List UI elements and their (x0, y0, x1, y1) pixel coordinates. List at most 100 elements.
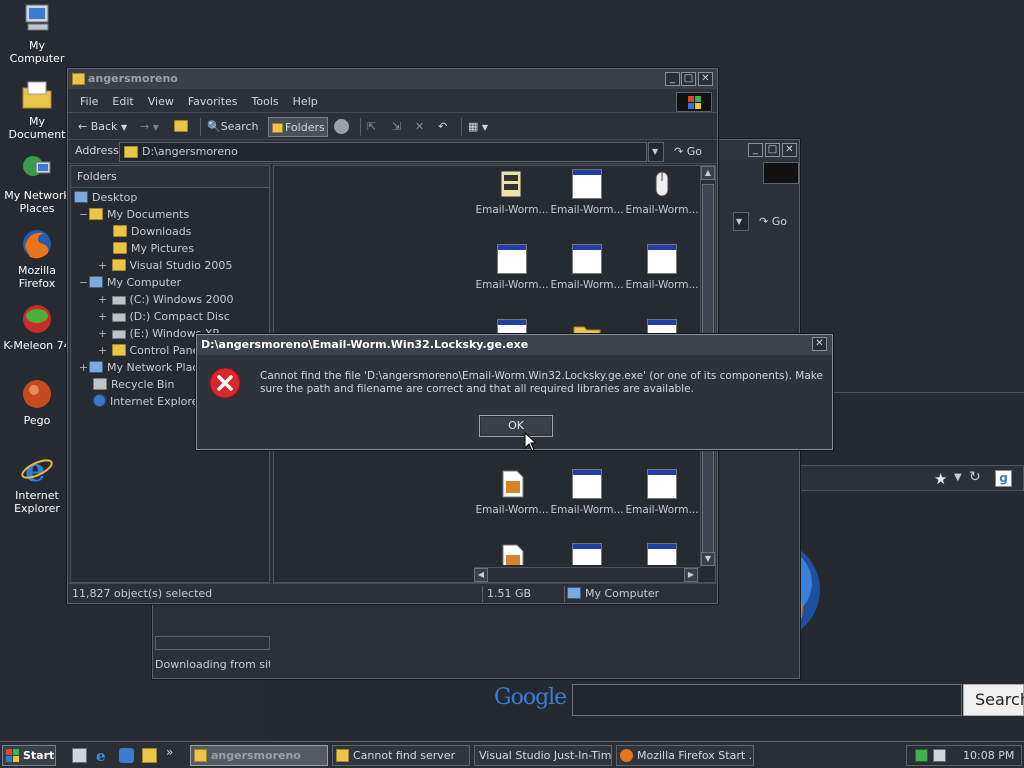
menu-file[interactable]: File (68, 91, 105, 113)
file-item[interactable] (474, 319, 550, 333)
minimize-button[interactable]: _ (748, 143, 763, 157)
dialog-title[interactable]: D:\angersmoreno\Email-Worm.Win32.Locksky… (197, 335, 832, 355)
taskbar-item-cannot-find-server[interactable]: Cannot find server (332, 745, 470, 766)
desktop-icon-k-meleon[interactable]: K-Meleon 74 (0, 302, 74, 352)
address-input[interactable]: D:\angersmoreno (119, 142, 647, 162)
taskbar-item-visual-studio-jit[interactable]: Visual Studio Just-In-Tim... (474, 745, 612, 766)
menu-tools[interactable]: Tools (245, 91, 286, 113)
collapse-icon[interactable]: − (79, 274, 89, 291)
google-search-input[interactable] (572, 684, 962, 716)
tree-item-downloads[interactable]: Downloads (113, 223, 191, 240)
tree-item-drive-c[interactable]: + (C:) Windows 2000 (98, 291, 234, 308)
google-search-engine-icon[interactable]: g (995, 470, 1012, 487)
tree-item-desktop[interactable]: Desktop (74, 189, 137, 206)
file-item[interactable]: Email-Worm... (624, 244, 700, 291)
expand-icon[interactable]: + (79, 359, 89, 376)
file-name: Email-Worm... (550, 279, 624, 291)
file-item[interactable]: Email-Worm... (474, 169, 550, 216)
explorer-icon[interactable] (142, 748, 157, 763)
tray-icon[interactable] (915, 749, 928, 762)
scroll-right-button[interactable]: ▶ (684, 568, 698, 582)
tree-item-internet-explorer[interactable]: Internet Explorer (93, 393, 203, 410)
outlook-icon[interactable] (119, 748, 134, 763)
desktop-icon-label: My Computer (9, 39, 65, 65)
maximize-button[interactable]: □ (765, 143, 780, 157)
forward-button[interactable]: → ▼ (140, 117, 164, 137)
dropdown-arrow-icon[interactable]: ▼ (954, 472, 962, 483)
go-button[interactable]: ↷ Go (759, 212, 797, 231)
chevron-right-icon[interactable]: » (166, 745, 173, 759)
desktop-icon-pego[interactable]: Pego (0, 377, 74, 427)
start-button[interactable]: Start (2, 745, 56, 766)
google-search-button[interactable]: Search (963, 684, 1024, 716)
internet-explorer-icon[interactable]: e (96, 747, 106, 765)
menu-edit[interactable]: Edit (105, 91, 140, 113)
menu-favorites[interactable]: Favorites (181, 91, 245, 113)
go-button[interactable]: ↷ Go (674, 142, 714, 162)
desktop-icon-network-places[interactable]: My Network Places (0, 152, 74, 215)
bookmark-star-icon[interactable]: ★ (934, 470, 947, 488)
folders-button[interactable]: Folders (268, 117, 328, 137)
delete-button[interactable]: ✕ (415, 117, 431, 137)
taskbar-item-firefox[interactable]: Mozilla Firefox Start ... (616, 745, 754, 766)
file-item[interactable]: Email-Worm... (549, 469, 625, 516)
scroll-down-button[interactable]: ▼ (701, 552, 715, 566)
desktop-icon-internet-explorer[interactable]: e Internet Explorer (0, 451, 74, 515)
file-item[interactable] (624, 319, 700, 333)
taskbar-item-explorer[interactable]: angersmoreno (190, 745, 328, 766)
desktop-icon-my-documents[interactable]: My Document (0, 78, 74, 141)
history-button[interactable] (334, 117, 352, 137)
explorer-titlebar[interactable]: angersmoreno (68, 69, 717, 89)
expand-icon[interactable]: + (98, 291, 108, 308)
address-dropdown[interactable]: ▼ (733, 212, 749, 231)
file-item[interactable]: Email-Worm... (474, 244, 550, 291)
collapse-icon[interactable]: − (79, 206, 89, 223)
up-folder-button[interactable] (174, 117, 192, 137)
minimize-button[interactable]: _ (665, 72, 680, 86)
tree-item-recycle-bin[interactable]: Recycle Bin (93, 376, 174, 393)
copy-to-button[interactable]: ⇲ (392, 117, 410, 137)
back-button[interactable]: ← Back ▼ (78, 117, 132, 137)
menu-help[interactable]: Help (286, 91, 325, 113)
file-item[interactable]: Email-Worm... (549, 169, 625, 216)
show-desktop-icon[interactable] (72, 748, 87, 763)
desktop-icon-my-computer[interactable]: My Computer (0, 2, 74, 65)
file-item[interactable]: Email-Worm... (474, 469, 550, 516)
scroll-up-button[interactable]: ▲ (701, 166, 715, 180)
tree-item-my-computer[interactable]: − My Computer (79, 274, 181, 291)
tree-item-my-documents[interactable]: − My Documents (79, 206, 189, 223)
menu-view[interactable]: View (141, 91, 181, 113)
ok-button[interactable]: OK (479, 415, 553, 437)
file-item[interactable]: Email-Worm... (549, 244, 625, 291)
file-item[interactable]: Email-Worm... (624, 469, 700, 516)
tree-item-my-pictures[interactable]: My Pictures (113, 240, 194, 257)
scroll-left-button[interactable]: ◀ (474, 568, 488, 582)
horizontal-scrollbar[interactable]: ◀ ▶ (474, 567, 700, 582)
address-dropdown[interactable]: ▼ (648, 142, 664, 162)
expand-icon[interactable]: + (98, 308, 108, 325)
expand-icon[interactable]: + (98, 342, 108, 359)
file-item[interactable] (474, 543, 550, 565)
close-button[interactable]: ✕ (698, 72, 713, 86)
dialog-close-button[interactable]: ✕ (812, 337, 827, 351)
reload-icon[interactable]: ↻ (969, 469, 981, 485)
tree-item-control-panel[interactable]: + Control Panel (98, 342, 202, 359)
file-item[interactable] (549, 319, 625, 333)
expand-icon[interactable]: + (98, 257, 108, 274)
views-button[interactable]: ▦ ▼ (468, 117, 494, 137)
tree-item-visual-studio-2005[interactable]: + Visual Studio 2005 (98, 257, 232, 274)
file-item[interactable] (624, 543, 700, 565)
tree-item-drive-d[interactable]: + (D:) Compact Disc (98, 308, 230, 325)
close-button[interactable]: ✕ (782, 143, 797, 157)
undo-button[interactable]: ↶ (438, 117, 454, 137)
file-item[interactable] (549, 543, 625, 565)
tray-icon[interactable] (933, 749, 946, 762)
search-button[interactable]: 🔍Search (207, 117, 263, 137)
maximize-button[interactable]: □ (681, 72, 696, 86)
expand-icon[interactable]: + (98, 325, 108, 342)
desktop-icon-label: Mozilla Firefox (18, 264, 56, 290)
move-to-button[interactable]: ⇱ (367, 117, 385, 137)
desktop-icon-firefox[interactable]: Mozilla Firefox (0, 227, 74, 290)
file-item[interactable]: Email-Worm... (624, 169, 700, 216)
tree-item-my-network-places[interactable]: + My Network Places (79, 359, 211, 376)
